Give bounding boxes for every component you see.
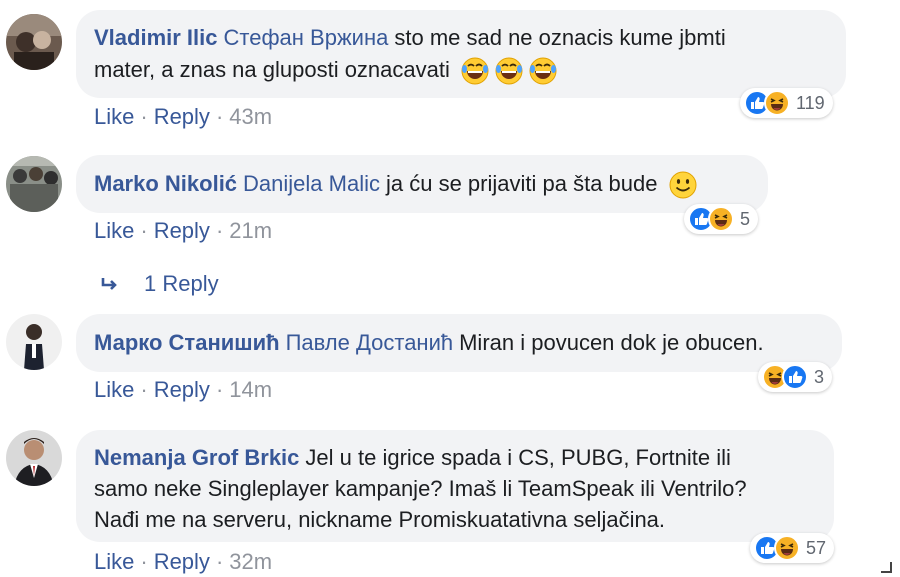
reply-link[interactable]: Reply: [154, 377, 210, 402]
like-link[interactable]: Like: [94, 218, 134, 243]
separator: ·: [140, 218, 148, 243]
avatar[interactable]: [6, 430, 62, 486]
comment-author[interactable]: Marko Nikolić: [94, 171, 237, 196]
comment-bubble: Vladimir Ilic Стефан Вржина sto me sad ne …: [76, 10, 846, 98]
reply-arrow-icon: [101, 278, 117, 291]
mention-link[interactable]: Danijela Malic: [243, 171, 380, 196]
reply-link[interactable]: Reply: [154, 104, 210, 129]
comment-bubble: Marko Nikolić Danijela Malic ja ću se prij…: [76, 155, 768, 213]
comment-actions: Like · Reply · 14m: [94, 377, 272, 403]
view-replies-link[interactable]: 1 Reply: [100, 271, 219, 297]
comment-text: Miran i povucen dok je obucen.: [459, 330, 764, 355]
separator: ·: [215, 549, 224, 574]
like-reaction-icon: [782, 364, 808, 390]
avatar-image: [6, 156, 62, 212]
mention-link[interactable]: Стефан Вржина: [224, 25, 389, 50]
avatar[interactable]: [6, 156, 62, 212]
separator: ·: [215, 104, 224, 129]
smile-emoji-icon: [668, 170, 698, 200]
comment-text: Jel u te igrice spada i CS, PUBG, Fortni…: [305, 445, 731, 470]
avatar-image: [6, 314, 62, 370]
comment-bubble: Nemanja Grof Brkic Jel u te igrice spada …: [76, 430, 834, 542]
reply-link[interactable]: Reply: [154, 549, 210, 574]
laugh-cry-emoji-icon: [528, 56, 558, 86]
comment-actions: Like · Reply · 43m: [94, 104, 272, 130]
avatar[interactable]: [6, 314, 62, 370]
reaction-summary[interactable]: 3: [758, 362, 833, 392]
comment-author[interactable]: Марко Станишић: [94, 330, 280, 355]
comment-text: mater, a znas na gluposti oznacavati: [94, 57, 450, 82]
haha-reaction-icon: [708, 206, 734, 232]
comment-author[interactable]: Vladimir Ilic: [94, 25, 218, 50]
comment-text: sto me sad ne oznacis kume jbmti: [394, 25, 726, 50]
comment-text: Nađi me na serveru, nickname Promiskuata…: [94, 507, 666, 532]
separator: ·: [215, 218, 224, 243]
separator: ·: [140, 377, 148, 402]
reaction-summary[interactable]: 5: [684, 204, 759, 234]
avatar-image: [6, 430, 62, 486]
laugh-cry-emoji-icon: [494, 56, 524, 86]
comment-timestamp[interactable]: 14m: [229, 377, 272, 402]
haha-reaction-icon: [764, 90, 790, 116]
like-link[interactable]: Like: [94, 377, 134, 402]
comment-timestamp[interactable]: 32m: [229, 549, 272, 574]
comment-actions: Like · Reply · 21m: [94, 218, 272, 244]
comment-bubble: Марко Станишић Павле Достанић Miran i povu…: [76, 314, 842, 372]
comment-text: samo neke Singleplayer kampanje? Imaš li…: [94, 476, 747, 501]
reaction-count: 57: [806, 537, 827, 558]
mention-link[interactable]: Павле Достанић: [286, 330, 454, 355]
reaction-summary[interactable]: 119: [740, 88, 833, 118]
resize-corner-icon: [881, 562, 892, 573]
reply-link[interactable]: Reply: [154, 218, 210, 243]
separator: ·: [140, 549, 148, 574]
reaction-count: 119: [796, 92, 825, 113]
like-link[interactable]: Like: [94, 104, 134, 129]
avatar[interactable]: [6, 14, 62, 70]
separator: ·: [140, 104, 148, 129]
comment-text: ja ću se prijaviti pa šta bude: [386, 171, 658, 196]
comment-timestamp[interactable]: 21m: [229, 218, 272, 243]
replies-count-label: 1 Reply: [144, 271, 219, 296]
haha-reaction-icon: [774, 535, 800, 561]
comment-author[interactable]: Nemanja Grof Brkic: [94, 445, 299, 470]
avatar-image: [6, 14, 62, 70]
comment-actions: Like · Reply · 32m: [94, 549, 272, 575]
separator: ·: [215, 377, 224, 402]
like-link[interactable]: Like: [94, 549, 134, 574]
laugh-cry-emoji-icon: [460, 56, 490, 86]
reaction-count: 3: [814, 366, 825, 387]
reaction-summary[interactable]: 57: [750, 533, 835, 563]
reaction-count: 5: [740, 208, 751, 229]
comment-timestamp[interactable]: 43m: [229, 104, 272, 129]
